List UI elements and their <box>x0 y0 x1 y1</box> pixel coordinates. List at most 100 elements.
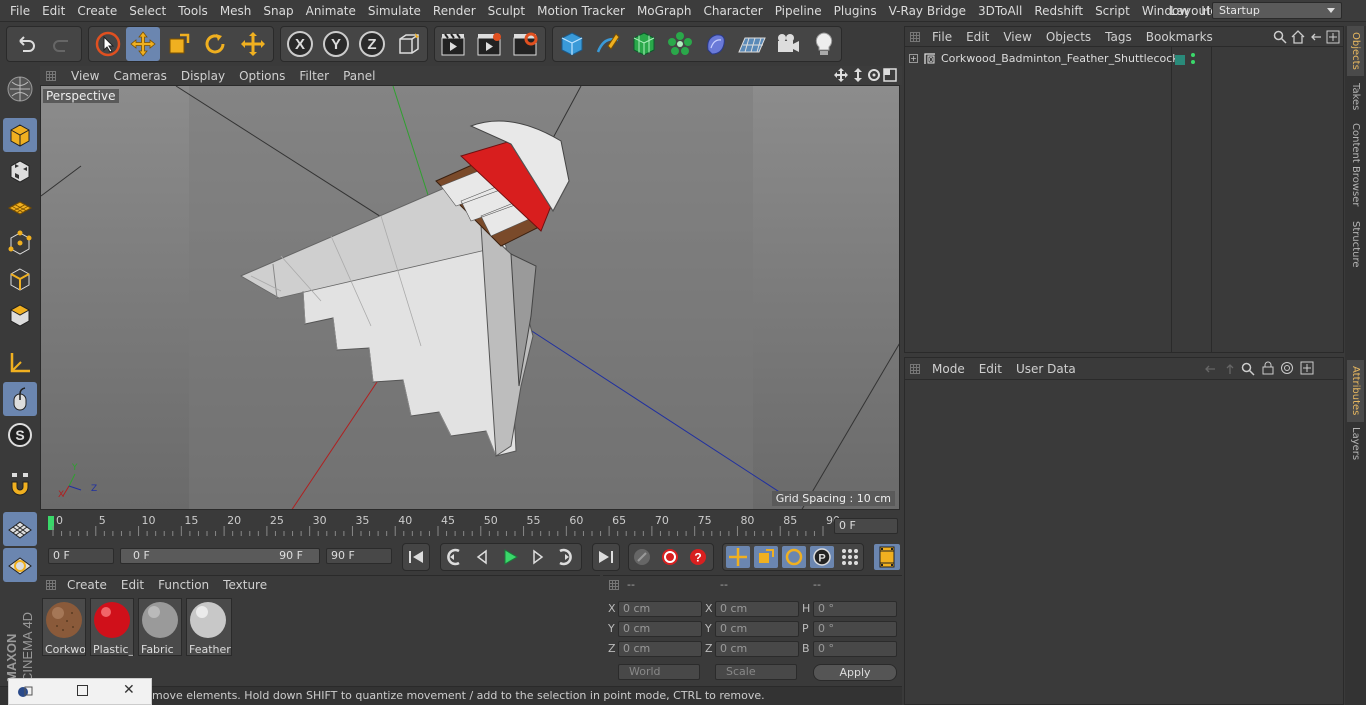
visibility-editor-dot[interactable] <box>1191 53 1195 57</box>
next-frame-icon[interactable] <box>528 547 548 570</box>
z-axis-lock-icon[interactable]: Z <box>355 27 389 61</box>
layout-select[interactable]: Startup <box>1212 2 1342 19</box>
menu-select[interactable]: Select <box>123 0 172 22</box>
object-menu-view[interactable]: View <box>996 30 1038 44</box>
transform-tool-icon[interactable] <box>236 27 270 61</box>
menu-animate[interactable]: Animate <box>300 0 362 22</box>
panel-grip-icon[interactable] <box>46 71 56 81</box>
new-view-icon[interactable] <box>1326 30 1340 47</box>
coord-mode-select[interactable]: Scale <box>715 664 797 680</box>
menu-sculpt[interactable]: Sculpt <box>482 0 531 22</box>
edges-mode-icon[interactable] <box>3 262 37 296</box>
render-picture-viewer-icon[interactable] <box>472 27 506 61</box>
tab-takes[interactable]: Takes <box>1347 78 1364 116</box>
menu-vray-bridge[interactable]: V-Ray Bridge <box>883 0 972 22</box>
enable-axis-icon[interactable] <box>3 346 37 380</box>
back-arrow-icon[interactable] <box>1203 363 1217 378</box>
expand-toggle-icon[interactable]: + <box>909 54 918 63</box>
model-mode-icon[interactable] <box>3 118 37 152</box>
material-swatch[interactable]: Feathers <box>186 598 232 656</box>
menu-mesh[interactable]: Mesh <box>214 0 258 22</box>
coordinate-system-icon[interactable] <box>392 27 426 61</box>
back-arrow-icon[interactable] <box>1309 30 1323 47</box>
viewport-menu-panel[interactable]: Panel <box>336 69 382 83</box>
tab-attributes[interactable]: Attributes <box>1347 360 1364 422</box>
object-menu-edit[interactable]: Edit <box>959 30 996 44</box>
cloner-icon[interactable] <box>663 27 697 61</box>
size-y-field[interactable]: 0 cm <box>715 621 799 637</box>
material-swatch[interactable]: Plastic_E <box>90 598 134 656</box>
y-axis-lock-icon[interactable]: Y <box>319 27 353 61</box>
viewport-menu-cameras[interactable]: Cameras <box>106 69 173 83</box>
attribute-menu-user-data[interactable]: User Data <box>1009 362 1083 376</box>
tab-layers[interactable]: Layers <box>1347 424 1364 464</box>
visibility-render-dot[interactable] <box>1191 60 1195 64</box>
x-axis-lock-icon[interactable]: X <box>283 27 317 61</box>
material-swatch[interactable]: Corkwo <box>42 598 86 656</box>
menu-redshift[interactable]: Redshift <box>1028 0 1089 22</box>
up-arrow-icon[interactable] <box>1223 363 1237 378</box>
attribute-search-icon[interactable] <box>1241 362 1255 379</box>
pen-spline-icon[interactable] <box>591 27 625 61</box>
attribute-menu-edit[interactable]: Edit <box>972 362 1009 376</box>
timeline-window-icon[interactable] <box>874 544 900 570</box>
menu-mograph[interactable]: MoGraph <box>631 0 698 22</box>
start-frame-field[interactable]: 0 F <box>48 548 114 564</box>
menu-edit[interactable]: Edit <box>36 0 71 22</box>
object-row[interactable]: + 0 Corkwood_Badminton_Feather_Shuttleco… <box>905 51 1343 69</box>
key-position-icon[interactable] <box>726 546 750 568</box>
keyframe-selection-icon[interactable]: ? <box>688 547 708 570</box>
menu-file[interactable]: File <box>4 0 36 22</box>
key-rotation-icon[interactable] <box>782 546 806 568</box>
viewport-label[interactable]: Perspective <box>43 89 119 103</box>
lock-icon[interactable] <box>1261 361 1275 378</box>
viewport-zoom-icon[interactable] <box>851 68 865 85</box>
position-x-field[interactable]: 0 cm <box>618 601 702 617</box>
autokey-icon[interactable] <box>660 547 680 570</box>
rotation-p-field[interactable]: 0 ° <box>813 621 897 637</box>
panel-grip-icon[interactable] <box>46 580 56 590</box>
material-menu-function[interactable]: Function <box>151 578 216 592</box>
maximize-icon[interactable] <box>77 685 88 696</box>
menu-render[interactable]: Render <box>427 0 482 22</box>
menu-simulate[interactable]: Simulate <box>362 0 427 22</box>
menu-create[interactable]: Create <box>71 0 123 22</box>
coord-space-select[interactable]: World <box>618 664 700 680</box>
viewport-menu-display[interactable]: Display <box>174 69 232 83</box>
play-icon[interactable] <box>500 547 520 570</box>
layer-color-swatch[interactable] <box>1175 55 1185 65</box>
axis-snap-icon[interactable] <box>3 548 37 582</box>
record-inactive-icon[interactable] <box>632 547 652 570</box>
apply-button[interactable]: Apply <box>813 664 897 681</box>
tab-content-browser[interactable]: Content Browser <box>1347 118 1364 212</box>
workplane-icon[interactable] <box>3 190 37 224</box>
menu-motion-tracker[interactable]: Motion Tracker <box>531 0 631 22</box>
timeline[interactable]: 0 5 10 15 20 25 30 35 40 45 50 55 60 65 70 75 80 85 90 0 F <box>40 512 902 542</box>
end-frame-field[interactable]: 90 F <box>326 548 392 564</box>
object-menu-bookmarks[interactable]: Bookmarks <box>1139 30 1220 44</box>
material-menu-texture[interactable]: Texture <box>216 578 274 592</box>
tweak-mode-icon[interactable] <box>3 382 37 416</box>
viewport-rotate-icon[interactable] <box>867 68 881 85</box>
panel-grip-icon[interactable] <box>609 580 619 590</box>
new-attribute-view-icon[interactable] <box>1300 361 1314 378</box>
tab-structure[interactable]: Structure <box>1347 216 1364 272</box>
floor-icon[interactable] <box>735 27 769 61</box>
object-menu-objects[interactable]: Objects <box>1039 30 1098 44</box>
menu-snap[interactable]: Snap <box>257 0 299 22</box>
snap-magnet-icon[interactable] <box>3 466 37 500</box>
material-swatch[interactable]: Fabric <box>138 598 182 656</box>
position-z-field[interactable]: 0 cm <box>618 641 702 657</box>
subdivision-surface-icon[interactable] <box>627 27 661 61</box>
key-scale-icon[interactable] <box>754 546 778 568</box>
viewport-perspective[interactable]: Perspective Y X Z Grid Spacing : 10 cm <box>40 85 900 510</box>
select-tool-icon[interactable] <box>91 27 125 61</box>
current-frame-field[interactable]: 0 F <box>834 518 898 534</box>
workplane-lock-icon[interactable] <box>3 512 37 546</box>
light-icon[interactable] <box>807 27 841 61</box>
camera-icon[interactable] <box>771 27 805 61</box>
frame-range-slider[interactable]: 0 F 90 F <box>120 548 320 564</box>
rotate-tool-icon[interactable] <box>198 27 232 61</box>
viewport-menu-view[interactable]: View <box>64 69 106 83</box>
position-y-field[interactable]: 0 cm <box>618 621 702 637</box>
